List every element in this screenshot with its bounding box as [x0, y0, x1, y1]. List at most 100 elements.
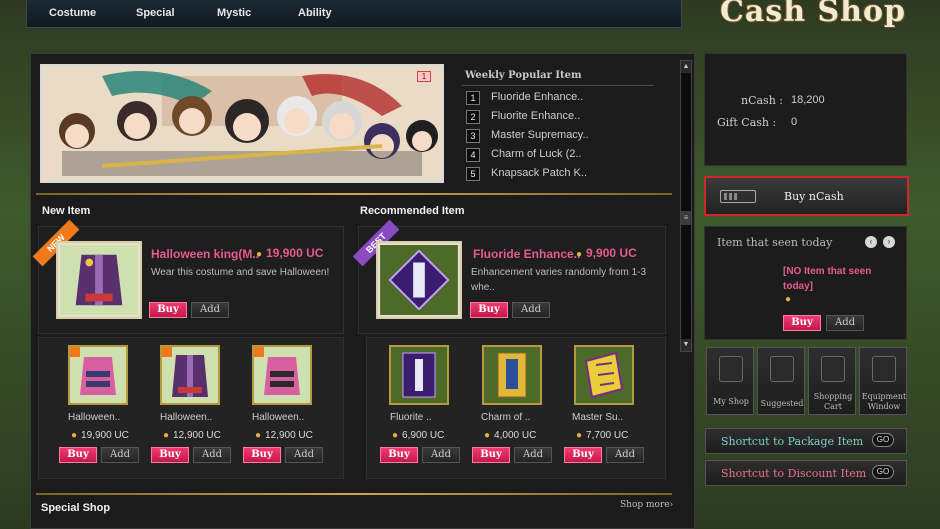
price-value: 12,900 UC	[173, 430, 221, 441]
price-value: 6,900 UC	[402, 430, 445, 441]
rank-number: 3	[466, 129, 480, 143]
add-button[interactable]: Add	[606, 447, 644, 463]
featured-item-price: ● 9,900 UC	[576, 246, 637, 260]
buy-button[interactable]: Buy	[470, 302, 508, 318]
scroll-up-icon[interactable]: ▲	[681, 61, 691, 73]
add-button[interactable]: Add	[514, 447, 552, 463]
weekly-item-name: Charm of Luck (2..	[491, 148, 582, 160]
price-value: 19,900 UC	[266, 246, 324, 260]
new-item-title: New Item	[42, 205, 91, 217]
tab-costume[interactable]: Costume	[49, 7, 96, 19]
battery-cell	[724, 193, 727, 200]
new-item-thumb-1[interactable]	[68, 345, 128, 405]
buy-button[interactable]: Buy	[243, 447, 281, 463]
banner-page-badge[interactable]: 1	[417, 71, 431, 82]
buy-button[interactable]: Buy	[151, 447, 189, 463]
description-line: Enhancement varies randomly from 1-3	[471, 267, 647, 278]
coin-icon: ●	[255, 430, 262, 441]
weekly-item-name: Fluorite Enhance..	[491, 110, 581, 122]
banner-characters-illustration	[42, 66, 442, 181]
item-price: ● 19,900 UC	[71, 430, 129, 441]
buy-button[interactable]: Buy	[783, 315, 821, 331]
recommended-item-thumb-3[interactable]	[574, 345, 634, 405]
quick-label: My Shop	[713, 397, 749, 406]
buy-button[interactable]: Buy	[564, 447, 602, 463]
recommended-item-thumb-2[interactable]	[482, 345, 542, 405]
quick-label: Shopping	[813, 392, 853, 401]
quick-label: Suggested	[760, 399, 804, 408]
promo-banner[interactable]	[40, 64, 444, 183]
item-name[interactable]: Halloween..	[68, 412, 120, 423]
new-item-thumb-2[interactable]	[160, 345, 220, 405]
seen-today-title: Item that seen today	[717, 236, 833, 249]
item-price: ● 6,900 UC	[392, 430, 444, 441]
shortcut-label: Shortcut to Discount Item	[721, 467, 867, 480]
previous-arrow-icon[interactable]: ‹	[865, 236, 877, 248]
scroll-down-icon[interactable]: ▼	[681, 339, 691, 351]
seen-today-panel: Item that seen today ‹ › [NO Item that s…	[704, 226, 907, 340]
weekly-item-name: Master Supremacy..	[491, 129, 589, 141]
weekly-popular-title: Weekly Popular Item	[465, 70, 582, 81]
shortcut-package-item[interactable]: Shortcut to Package Item GO	[705, 428, 907, 454]
shortcut-discount-item[interactable]: Shortcut to Discount Item GO	[705, 460, 907, 486]
shortcut-label: Shortcut to Package Item	[721, 435, 864, 448]
featured-item-name[interactable]: Fluoride Enhance..	[473, 247, 580, 261]
buy-button[interactable]: Buy	[380, 447, 418, 463]
quick-label: Equipment	[861, 392, 907, 401]
my-shop-button[interactable]: My Shop	[706, 347, 754, 415]
add-button[interactable]: Add	[101, 447, 139, 463]
quick-label: Cart	[824, 402, 842, 411]
tab-mystic[interactable]: Mystic	[217, 7, 251, 19]
divider	[462, 85, 654, 86]
featured-item-description: Enhancement varies randomly from 1-3 whe…	[471, 265, 661, 295]
shop-more-link[interactable]: Shop more›	[620, 500, 673, 510]
price-value: 9,900 UC	[586, 246, 637, 260]
coin-icon: ●	[392, 430, 399, 441]
gift-cash-label: Gift Cash :	[717, 116, 777, 129]
coin-icon: ●	[484, 430, 491, 441]
rank-number: 2	[466, 110, 480, 124]
price-value: 4,000 UC	[494, 430, 537, 441]
tab-ability[interactable]: Ability	[298, 7, 332, 19]
add-button[interactable]: Add	[826, 315, 864, 331]
featured-item-price: ● 19,900 UC	[256, 246, 323, 260]
scroll-thumb[interactable]: ≡	[681, 211, 691, 225]
battery-cell	[729, 193, 732, 200]
item-name[interactable]: Charm of ..	[481, 412, 530, 423]
add-button[interactable]: Add	[285, 447, 323, 463]
item-name[interactable]: Master Su..	[572, 412, 623, 423]
buy-ncash-button[interactable]: Buy nCash	[704, 176, 909, 216]
price-value: 19,900 UC	[81, 430, 129, 441]
tab-special[interactable]: Special	[136, 7, 175, 19]
category-tab-bar: Costume Special Mystic Ability	[26, 0, 682, 28]
buy-button[interactable]: Buy	[472, 447, 510, 463]
add-button[interactable]: Add	[191, 302, 229, 318]
price-value: 12,900 UC	[265, 430, 313, 441]
account-balance-panel: nCash : 18,200 Gift Cash : 0	[704, 53, 907, 166]
featured-item-image[interactable]	[376, 241, 462, 319]
new-badge-icon	[254, 347, 264, 357]
buy-button[interactable]: Buy	[149, 302, 187, 318]
item-price: ● 7,700 UC	[576, 430, 628, 441]
buy-button[interactable]: Buy	[59, 447, 97, 463]
new-badge-icon	[70, 347, 80, 357]
item-name[interactable]: Halloween..	[160, 412, 212, 423]
equipment-window-button[interactable]: Equipment Window	[859, 347, 907, 415]
books-icon	[719, 356, 743, 382]
section-divider	[36, 193, 672, 195]
add-button[interactable]: Add	[193, 447, 231, 463]
item-name[interactable]: Fluorite ..	[390, 412, 432, 423]
weekly-item-name: Fluoride Enhance..	[491, 91, 584, 103]
next-arrow-icon[interactable]: ›	[883, 236, 895, 248]
shopping-cart-button[interactable]: Shopping Cart	[808, 347, 856, 415]
new-item-thumb-3[interactable]	[252, 345, 312, 405]
item-name[interactable]: Halloween..	[252, 412, 304, 423]
recommended-item-thumb-1[interactable]	[389, 345, 449, 405]
featured-item-name[interactable]: Halloween king(M..	[151, 247, 259, 261]
add-button[interactable]: Add	[422, 447, 460, 463]
description-line: whe..	[471, 282, 495, 293]
featured-item-image[interactable]	[56, 241, 142, 319]
main-scrollbar[interactable]: ▲ ≡ ▼	[680, 60, 692, 352]
suggested-button[interactable]: Suggested	[757, 347, 805, 415]
add-button[interactable]: Add	[512, 302, 550, 318]
